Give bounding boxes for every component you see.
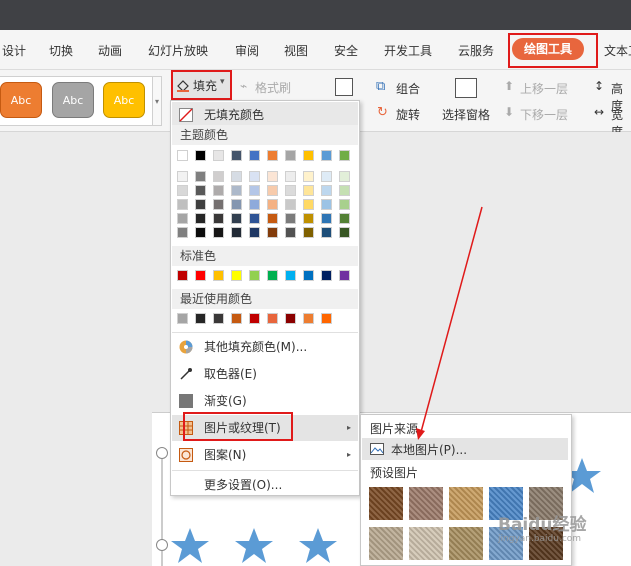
annotation-arrow bbox=[416, 206, 483, 440]
watermark-logo: Baidu经验 bbox=[498, 515, 587, 535]
watermark-url: jingyan.baidu.com bbox=[498, 534, 582, 544]
